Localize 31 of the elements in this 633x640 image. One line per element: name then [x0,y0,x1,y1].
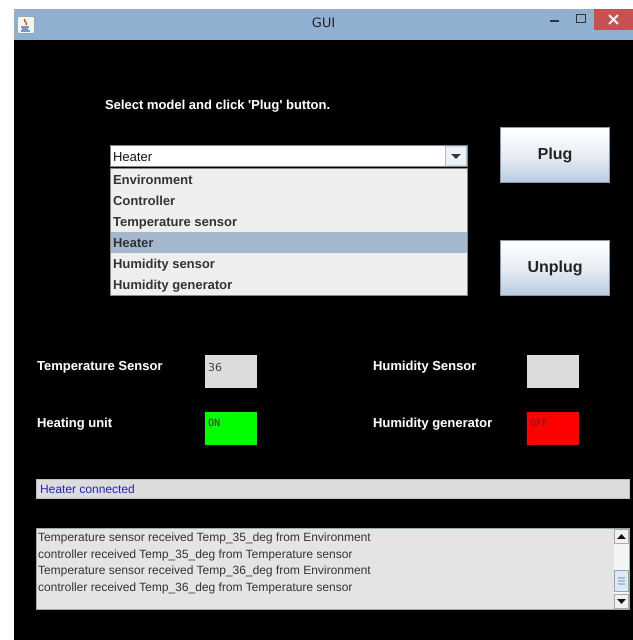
action-button[interactable]: Plug [500,127,610,183]
scroll-down-icon[interactable] [614,594,629,609]
log-line: controller received Temp_36_deg from Temperature sensor [38,579,352,596]
scroll-thumb-icon[interactable] [614,570,629,592]
action-button[interactable]: Unplug [500,240,610,296]
log-line: Temperature sensor received Temp_36_deg from Environment [38,562,371,580]
dropdown-option[interactable]: Environment [111,169,467,190]
indicator-box: 36 [205,355,257,388]
dropdown-arrow-icon[interactable] [445,146,467,166]
indicator-box: ON [205,412,257,445]
window-title: GUI [312,16,336,31]
status-field: Heater connected [36,479,630,499]
scroll-up-icon[interactable] [614,529,629,544]
log-line: Temperature sensor received Temp_35_deg from Environment [38,529,371,546]
app-icon [17,16,35,34]
indicator-label: Humidity Sensor [373,357,478,373]
close-icon[interactable] [594,9,633,30]
dropdown-option[interactable]: Controller [111,190,467,211]
dropdown-option[interactable]: Heater [111,232,467,253]
dropdown-option[interactable]: Temperature sensor [111,211,467,232]
scrollbar[interactable] [614,529,629,609]
indicator-label: Temperature Sensor [37,357,164,373]
log-line: controller received Temp_35_deg from Temperature sensor [38,546,352,562]
model-dropdown[interactable]: Heater [110,145,468,167]
indicator-label: Heating unit [37,414,114,430]
dropdown-option[interactable]: Humidity sensor [111,253,467,274]
indicator-box [527,355,579,388]
instruction-text: Select model and click 'Plug' button. [105,97,330,113]
indicator-box: OFF [527,412,579,445]
dropdown-option[interactable]: Humidity generator [111,274,467,295]
indicator-label: Humidity generator [373,414,494,430]
